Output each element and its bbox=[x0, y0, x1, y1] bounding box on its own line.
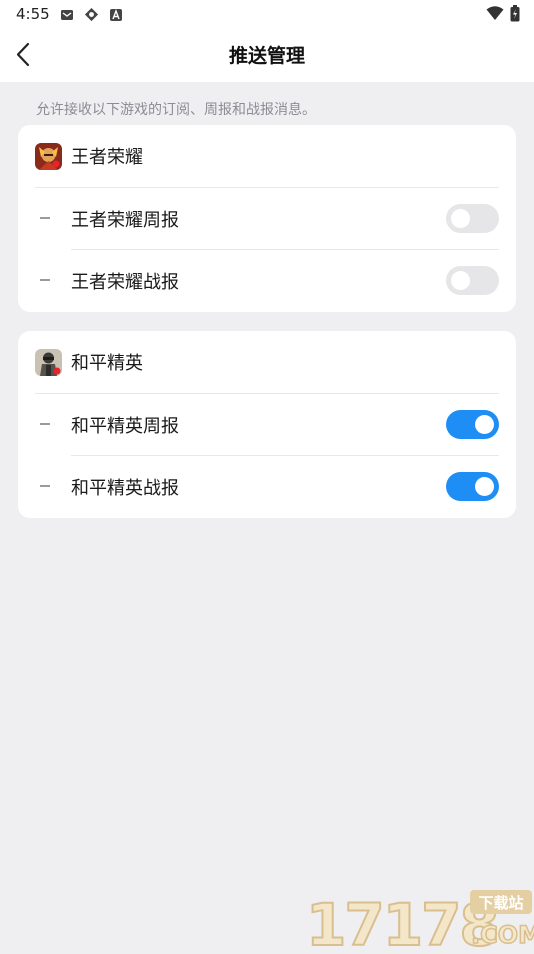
a-badge-icon bbox=[109, 7, 123, 21]
sync-icon bbox=[84, 7, 99, 22]
subscription-label: 王者荣耀战报 bbox=[71, 272, 179, 293]
svg-text:17178: 17178 bbox=[306, 891, 498, 950]
dash-icon bbox=[40, 485, 50, 487]
mail-icon bbox=[60, 7, 74, 21]
toggle-knob bbox=[451, 271, 470, 290]
watermark-logo: 17178 下载站 .COM bbox=[304, 888, 534, 954]
game-card-game-for-peace: 和平精英 和平精英周报 和平精英战报 bbox=[18, 331, 516, 518]
game-name: 和平精英 bbox=[71, 353, 143, 374]
game-header: 王者荣耀 bbox=[18, 125, 516, 187]
dash-icon bbox=[40, 423, 50, 425]
game-card-honor-of-kings: 王者荣耀 王者荣耀周报 王者荣耀战报 bbox=[18, 125, 516, 312]
subscription-label: 王者荣耀周报 bbox=[71, 210, 179, 231]
page-title: 推送管理 bbox=[228, 45, 305, 67]
game-name: 王者荣耀 bbox=[71, 147, 143, 168]
toggle-knob bbox=[475, 415, 494, 434]
list-item: 和平精英战报 bbox=[18, 455, 516, 517]
game-for-peace-icon bbox=[35, 349, 62, 376]
battery-icon bbox=[510, 5, 520, 26]
honor-of-kings-icon bbox=[35, 143, 62, 170]
dash-icon bbox=[40, 279, 50, 281]
subscription-label: 和平精英周报 bbox=[71, 416, 179, 437]
list-item: 王者荣耀周报 bbox=[18, 187, 516, 249]
nav-bar: 推送管理 bbox=[0, 28, 534, 82]
wifi-icon bbox=[486, 6, 504, 25]
game-header: 和平精英 bbox=[18, 331, 516, 393]
divider bbox=[71, 455, 499, 456]
hint-text: 允许接收以下游戏的订阅、周报和战报消息。 bbox=[36, 102, 316, 118]
list-item: 和平精英周报 bbox=[18, 393, 516, 455]
toggle-switch[interactable] bbox=[446, 472, 499, 501]
divider bbox=[71, 249, 499, 250]
list-item: 王者荣耀战报 bbox=[18, 249, 516, 311]
toggle-switch[interactable] bbox=[446, 266, 499, 295]
toggle-switch[interactable] bbox=[446, 204, 499, 233]
toggle-switch[interactable] bbox=[446, 410, 499, 439]
toggle-knob bbox=[475, 477, 494, 496]
status-time: 4:55 bbox=[16, 5, 50, 23]
subscription-label: 和平精英战报 bbox=[71, 478, 179, 499]
dash-icon bbox=[40, 217, 50, 219]
status-bar: 4:55 bbox=[0, 0, 534, 28]
toggle-knob bbox=[451, 209, 470, 228]
svg-text:.COM: .COM bbox=[471, 921, 534, 949]
svg-text:下载站: 下载站 bbox=[478, 894, 523, 912]
